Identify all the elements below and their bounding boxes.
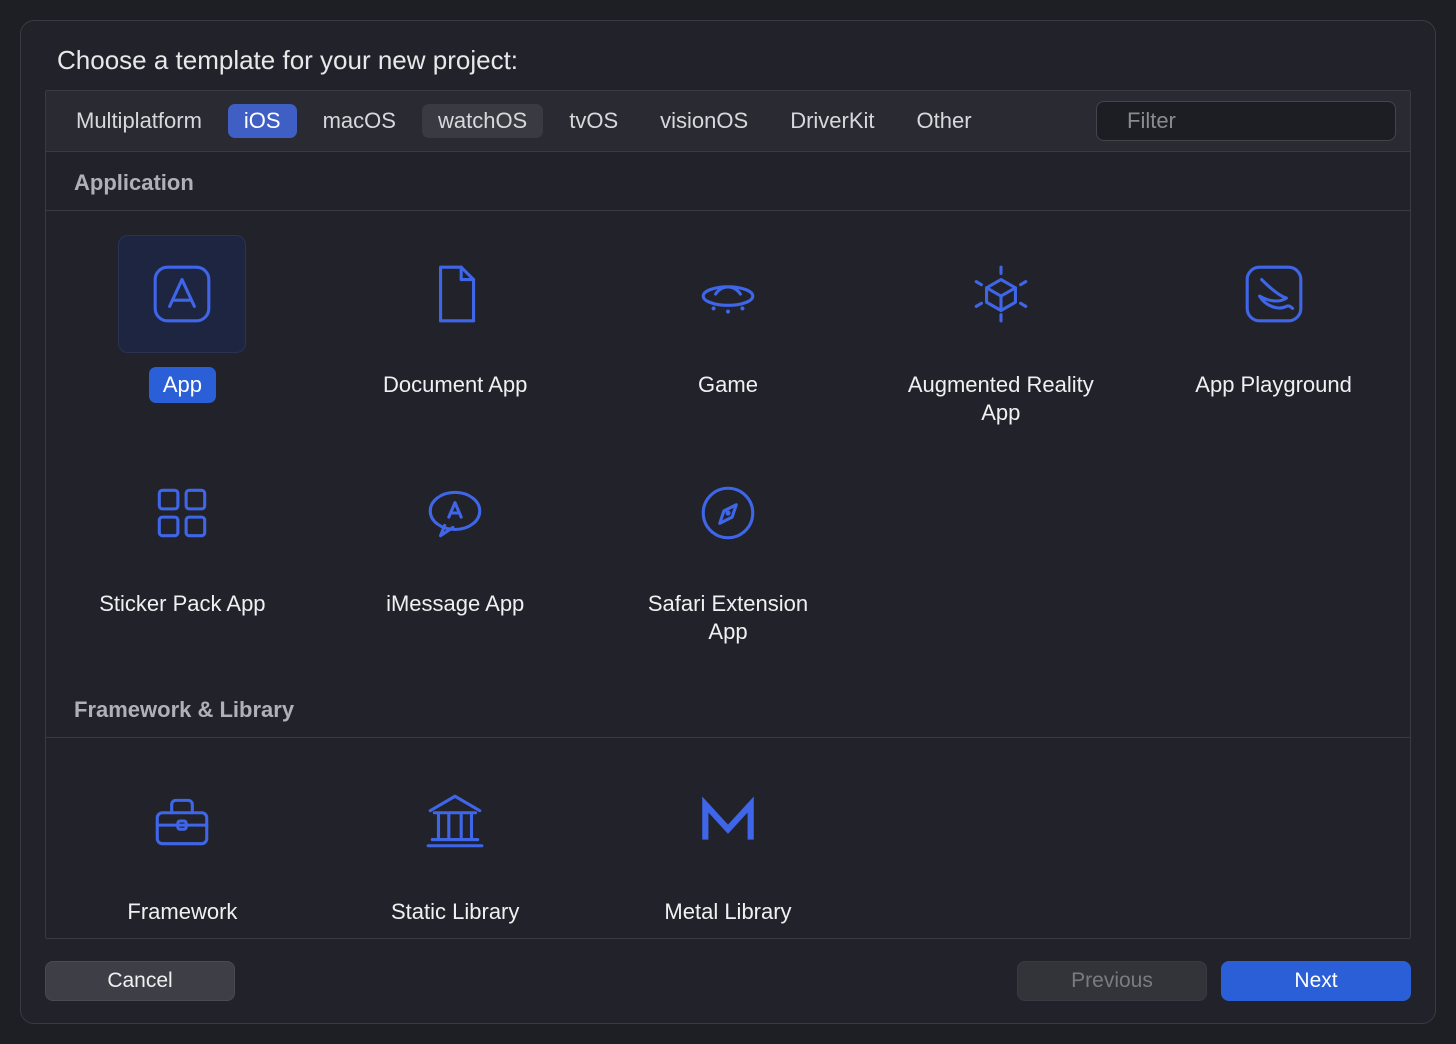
compass-icon [695, 480, 761, 546]
template-icon-box [1210, 235, 1338, 353]
toolbox-icon [149, 788, 215, 854]
template-label: Static Library [377, 894, 533, 930]
platform-tab-ios[interactable]: iOS [228, 104, 297, 138]
document-icon [422, 261, 488, 327]
template-item[interactable]: Framework [46, 748, 319, 938]
template-label: Metal Library [650, 894, 805, 930]
template-icon-box [664, 235, 792, 353]
template-icon-box [664, 454, 792, 572]
template-item[interactable]: Document App [319, 221, 592, 440]
platform-tab-multiplatform[interactable]: Multiplatform [60, 104, 218, 138]
template-icon-box [391, 235, 519, 353]
grid-4-icon [149, 480, 215, 546]
filter-input[interactable] [1127, 108, 1411, 134]
ar-cube-icon [968, 261, 1034, 327]
sheet-title: Choose a template for your new project: [57, 45, 1399, 76]
library-icon [422, 788, 488, 854]
template-label: iMessage App [372, 586, 538, 622]
template-icon-box [391, 762, 519, 880]
template-item[interactable]: Game [592, 221, 865, 440]
template-item[interactable]: App [46, 221, 319, 440]
footer: Cancel Previous Next [45, 939, 1411, 1001]
cancel-button[interactable]: Cancel [45, 961, 235, 1001]
template-label: Game [684, 367, 772, 403]
platform-tab-other[interactable]: Other [901, 104, 988, 138]
template-grid: Framework Static Library Metal Library [46, 738, 1410, 938]
previous-button: Previous [1017, 961, 1207, 1001]
section-header: Framework & Library [46, 679, 1410, 738]
ufo-icon [695, 261, 761, 327]
template-item[interactable]: Augmented Reality App [864, 221, 1137, 440]
template-icon-box [118, 762, 246, 880]
platform-tab-watchos[interactable]: watchOS [422, 104, 543, 138]
metal-m-icon [695, 788, 761, 854]
template-item[interactable]: Sticker Pack App [46, 440, 319, 659]
template-grid: App Document App Game Augmented Reality App… [46, 211, 1410, 679]
template-icon-box [118, 235, 246, 353]
template-icon-box [118, 454, 246, 572]
template-label: Safari Extension App [618, 586, 838, 649]
template-item[interactable]: Static Library [319, 748, 592, 938]
template-label: Sticker Pack App [85, 586, 279, 622]
template-item[interactable]: iMessage App [319, 440, 592, 659]
template-label: Framework [113, 894, 251, 930]
new-project-template-sheet: Choose a template for your new project: … [20, 20, 1436, 1024]
content-frame: Multiplatform iOS macOS watchOS tvOS visionOS… [45, 90, 1411, 939]
template-icon-box [937, 235, 1065, 353]
template-icon-box [664, 762, 792, 880]
template-item[interactable]: Safari Extension App [592, 440, 865, 659]
template-icon-box [391, 454, 519, 572]
next-button[interactable]: Next [1221, 961, 1411, 1001]
template-label: App Playground [1181, 367, 1366, 403]
template-list: Application App Document App Game Augmented … [46, 152, 1410, 938]
template-label: Augmented Reality App [891, 367, 1111, 430]
platform-tab-visionos[interactable]: visionOS [644, 104, 764, 138]
swift-icon [1241, 261, 1307, 327]
message-app-icon [422, 480, 488, 546]
platform-tabbar: Multiplatform iOS macOS watchOS tvOS visionOS… [46, 91, 1410, 152]
template-label: App [149, 367, 216, 403]
template-item[interactable]: Metal Library [592, 748, 865, 938]
section-header: Application [46, 152, 1410, 211]
template-label: Document App [369, 367, 541, 403]
template-item[interactable]: App Playground [1137, 221, 1410, 440]
platform-tab-tvos[interactable]: tvOS [553, 104, 634, 138]
app-store-icon [149, 261, 215, 327]
filter-field[interactable] [1096, 101, 1396, 141]
platform-tab-driverkit[interactable]: DriverKit [774, 104, 890, 138]
platform-tab-macos[interactable]: macOS [307, 104, 412, 138]
